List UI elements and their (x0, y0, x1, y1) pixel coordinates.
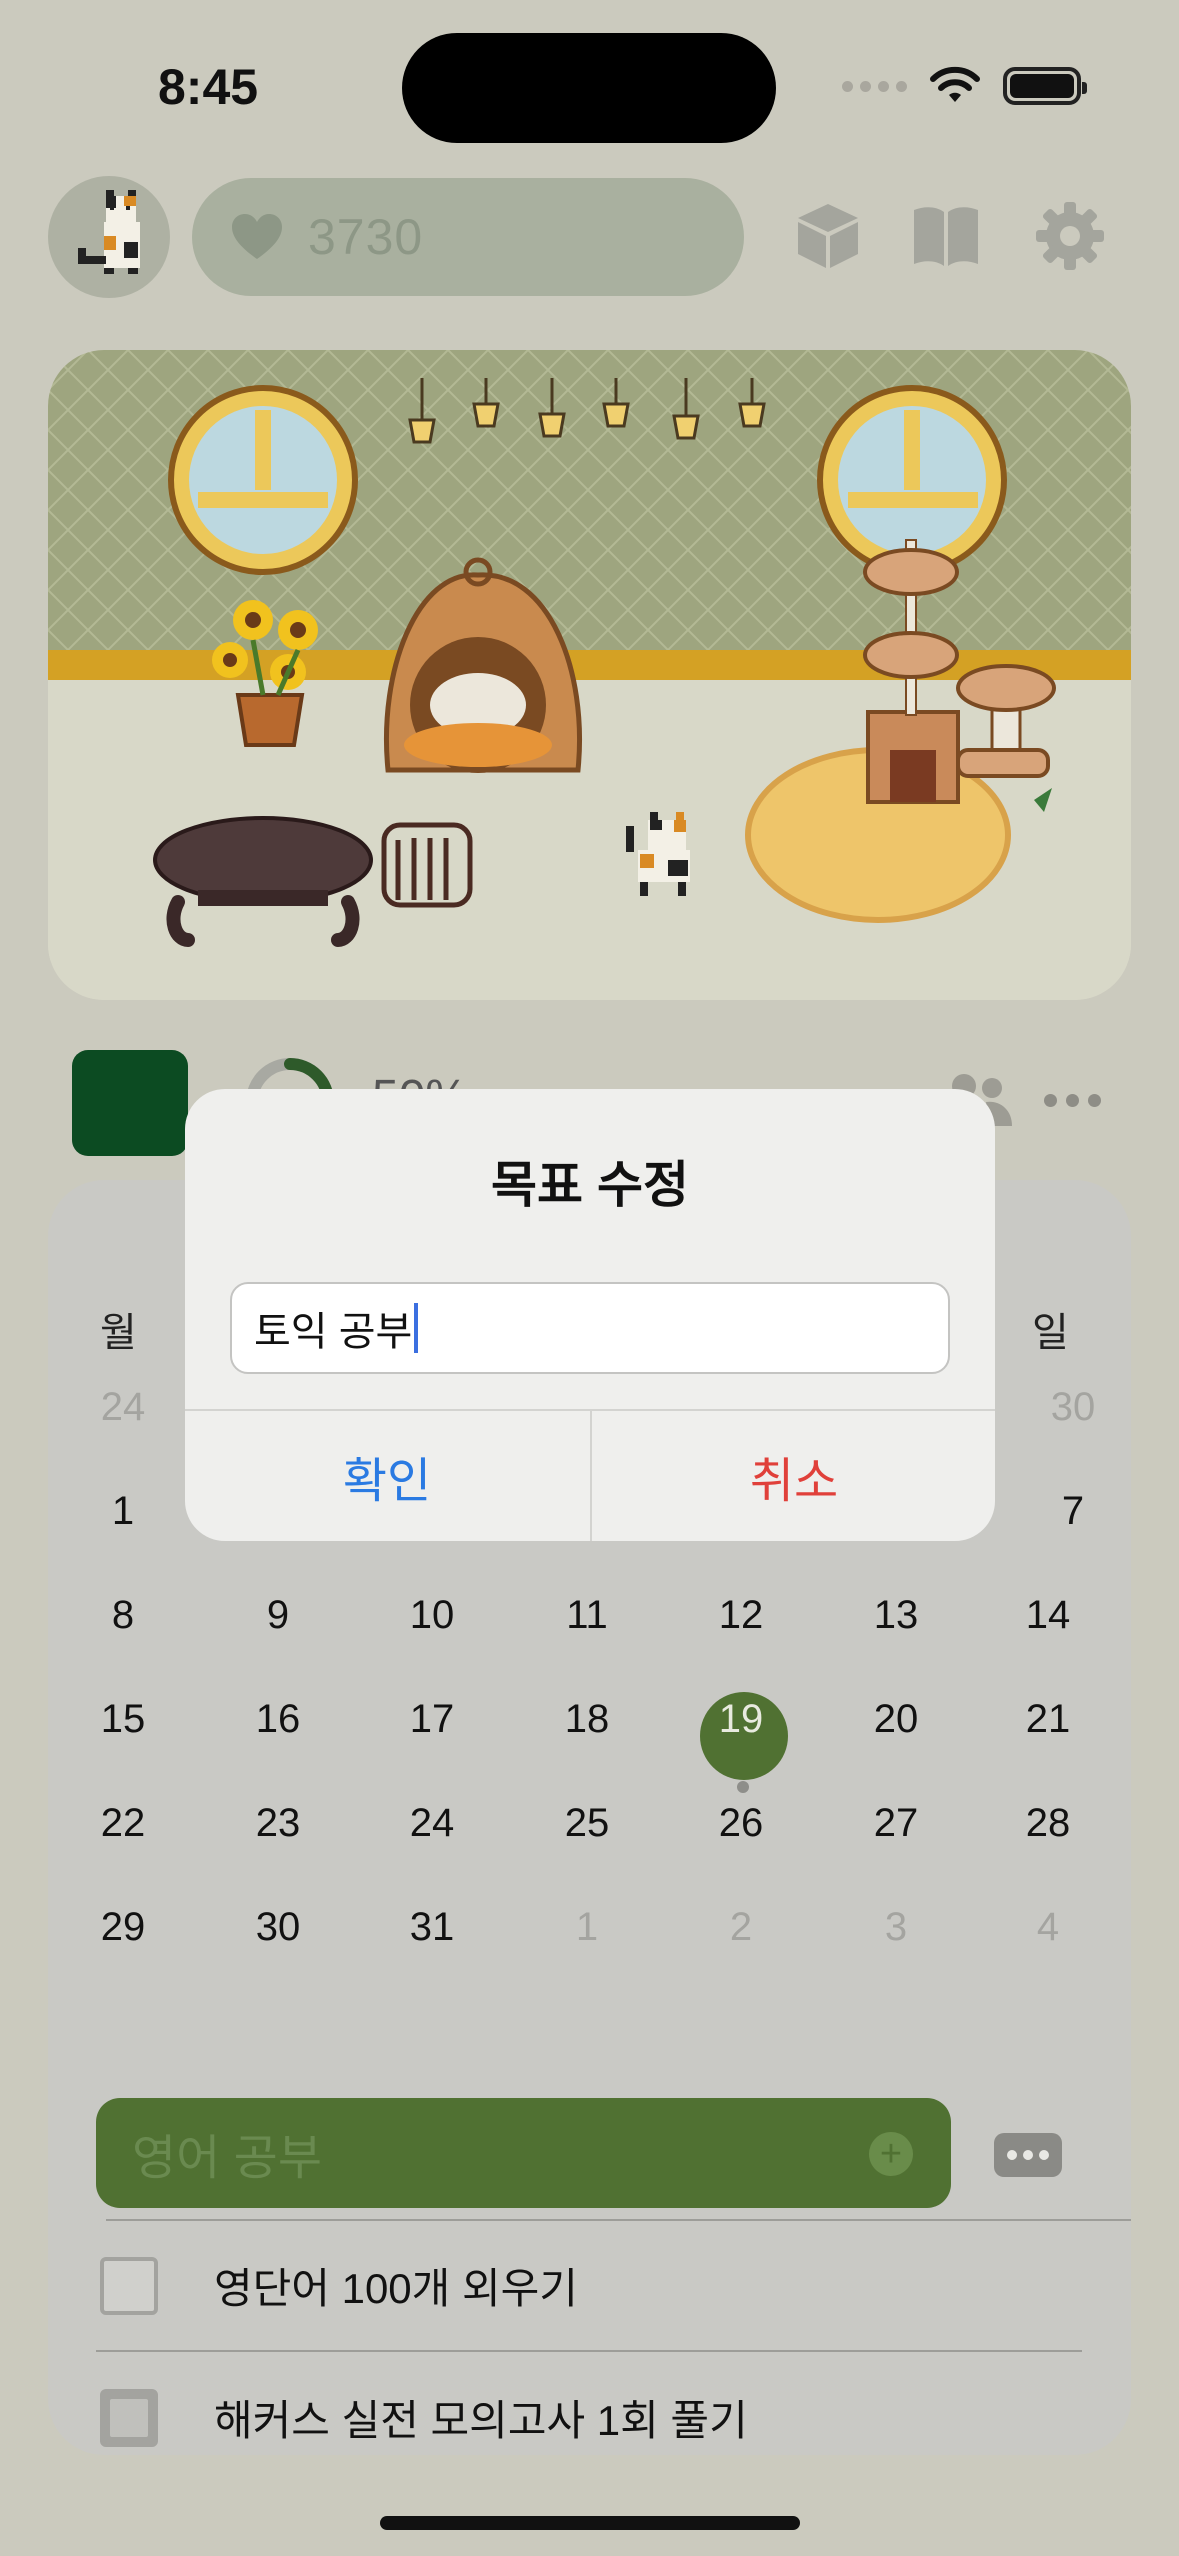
divider (106, 2219, 1131, 2221)
calendar-day[interactable]: 27 (841, 1801, 951, 1846)
plus-circle-icon[interactable]: + (869, 2132, 913, 2176)
calendar-day[interactable]: 3 (841, 1905, 951, 1950)
weekday-sun: 일 (1032, 1311, 1069, 1355)
book-icon[interactable] (910, 200, 982, 272)
home-indicator[interactable] (380, 2516, 800, 2530)
ellipsis-icon[interactable] (994, 2133, 1062, 2177)
calendar-week-3: 8 9 10 11 12 13 14 (48, 1593, 1131, 1697)
calendar-day[interactable]: 12 (686, 1593, 796, 1638)
calendar-day[interactable]: 20 (841, 1697, 951, 1742)
gear-icon[interactable] (1034, 200, 1106, 272)
calendar-week-5: 22 23 24 25 26 27 28 (48, 1801, 1131, 1905)
dialog-title: 목표 수정 (491, 1157, 689, 1213)
edit-goal-dialog: 목표 수정 토익 공부 확인 취소 (185, 1089, 995, 1541)
calendar-day[interactable]: 1 (68, 1489, 178, 1534)
cancel-button[interactable]: 취소 (592, 1411, 995, 1541)
status-icons (842, 66, 1087, 106)
calendar-day[interactable]: 28 (993, 1801, 1103, 1846)
calendar-day[interactable]: 14 (993, 1593, 1103, 1638)
goal-bar[interactable]: 영어 공부 + (96, 2098, 951, 2208)
calendar-day[interactable]: 8 (68, 1593, 178, 1638)
calendar-day[interactable]: 10 (377, 1593, 487, 1638)
todo-checkbox[interactable] (100, 2388, 158, 2447)
calendar-day[interactable]: 4 (993, 1905, 1103, 1950)
calendar-day[interactable]: 18 (532, 1697, 642, 1742)
todo-text: 영단어 100개 외우기 (214, 2265, 578, 2312)
calendar-day[interactable]: 15 (68, 1697, 178, 1742)
calendar-day-today[interactable]: 19 (686, 1697, 796, 1742)
cat-avatar-icon (78, 190, 140, 274)
divider (96, 2350, 1082, 2352)
calendar-day[interactable]: 16 (223, 1697, 333, 1742)
goal-label: 영어 공부 (132, 2132, 322, 2185)
hearts-count: 3730 (308, 209, 424, 265)
wifi-icon (930, 66, 980, 102)
heart-icon (232, 214, 282, 259)
calendar-day[interactable]: 24 (377, 1801, 487, 1846)
window-left (168, 385, 358, 575)
calendar-day[interactable]: 7 (1018, 1489, 1128, 1534)
calendar-day[interactable]: 21 (993, 1697, 1103, 1742)
calendar-day[interactable]: 1 (532, 1905, 642, 1950)
status-time: 8:45 (158, 59, 259, 115)
calendar-day[interactable]: 31 (377, 1905, 487, 1950)
calendar-day[interactable]: 24 (68, 1385, 178, 1430)
text-caret (414, 1303, 419, 1353)
calendar-day[interactable]: 30 (1018, 1385, 1128, 1430)
todo-text: 해커스 실전 모의고사 1회 풀기 (214, 2397, 748, 2444)
todo-checkbox[interactable] (100, 2256, 158, 2315)
more-options-icon[interactable] (1044, 1094, 1101, 1107)
battery-icon (1003, 67, 1087, 105)
cat-avatar[interactable] (48, 176, 170, 298)
todo-item[interactable]: 해커스 실전 모의고사 1회 풀기 (100, 2387, 748, 2448)
signal-icon (842, 80, 907, 92)
calendar-day[interactable]: 26 (686, 1801, 796, 1846)
calendar-day[interactable]: 25 (532, 1801, 642, 1846)
calendar-day[interactable]: 11 (532, 1593, 642, 1638)
todo-item[interactable]: 영단어 100개 외우기 (100, 2255, 578, 2316)
box-icon[interactable] (792, 200, 864, 272)
calendar-day[interactable]: 22 (68, 1801, 178, 1846)
hearts-counter[interactable]: 3730 (192, 178, 744, 296)
calendar-day[interactable]: 2 (686, 1905, 796, 1950)
confirm-button[interactable]: 확인 (185, 1411, 589, 1541)
calendar-day[interactable]: 13 (841, 1593, 951, 1638)
goal-name-input-value: 토익 공부 (254, 1310, 413, 1354)
calendar-day[interactable]: 23 (223, 1801, 333, 1846)
calendar-week-6: 29 30 31 1 2 3 4 (48, 1905, 1131, 2009)
calendar-day[interactable]: 30 (223, 1905, 333, 1950)
calendar-week-4: 15 16 17 18 19 20 21 (48, 1697, 1131, 1801)
calendar-day[interactable]: 9 (223, 1593, 333, 1638)
cat-room-scene[interactable] (48, 350, 1131, 1000)
goal-name-input[interactable]: 토익 공부 (230, 1282, 950, 1374)
goal-color-square[interactable] (72, 1050, 188, 1156)
dynamic-island (402, 33, 776, 143)
room-illustration (48, 350, 1131, 1000)
calendar-day[interactable]: 17 (377, 1697, 487, 1742)
calendar-day[interactable]: 29 (68, 1905, 178, 1950)
weekday-mon: 월 (100, 1311, 137, 1355)
